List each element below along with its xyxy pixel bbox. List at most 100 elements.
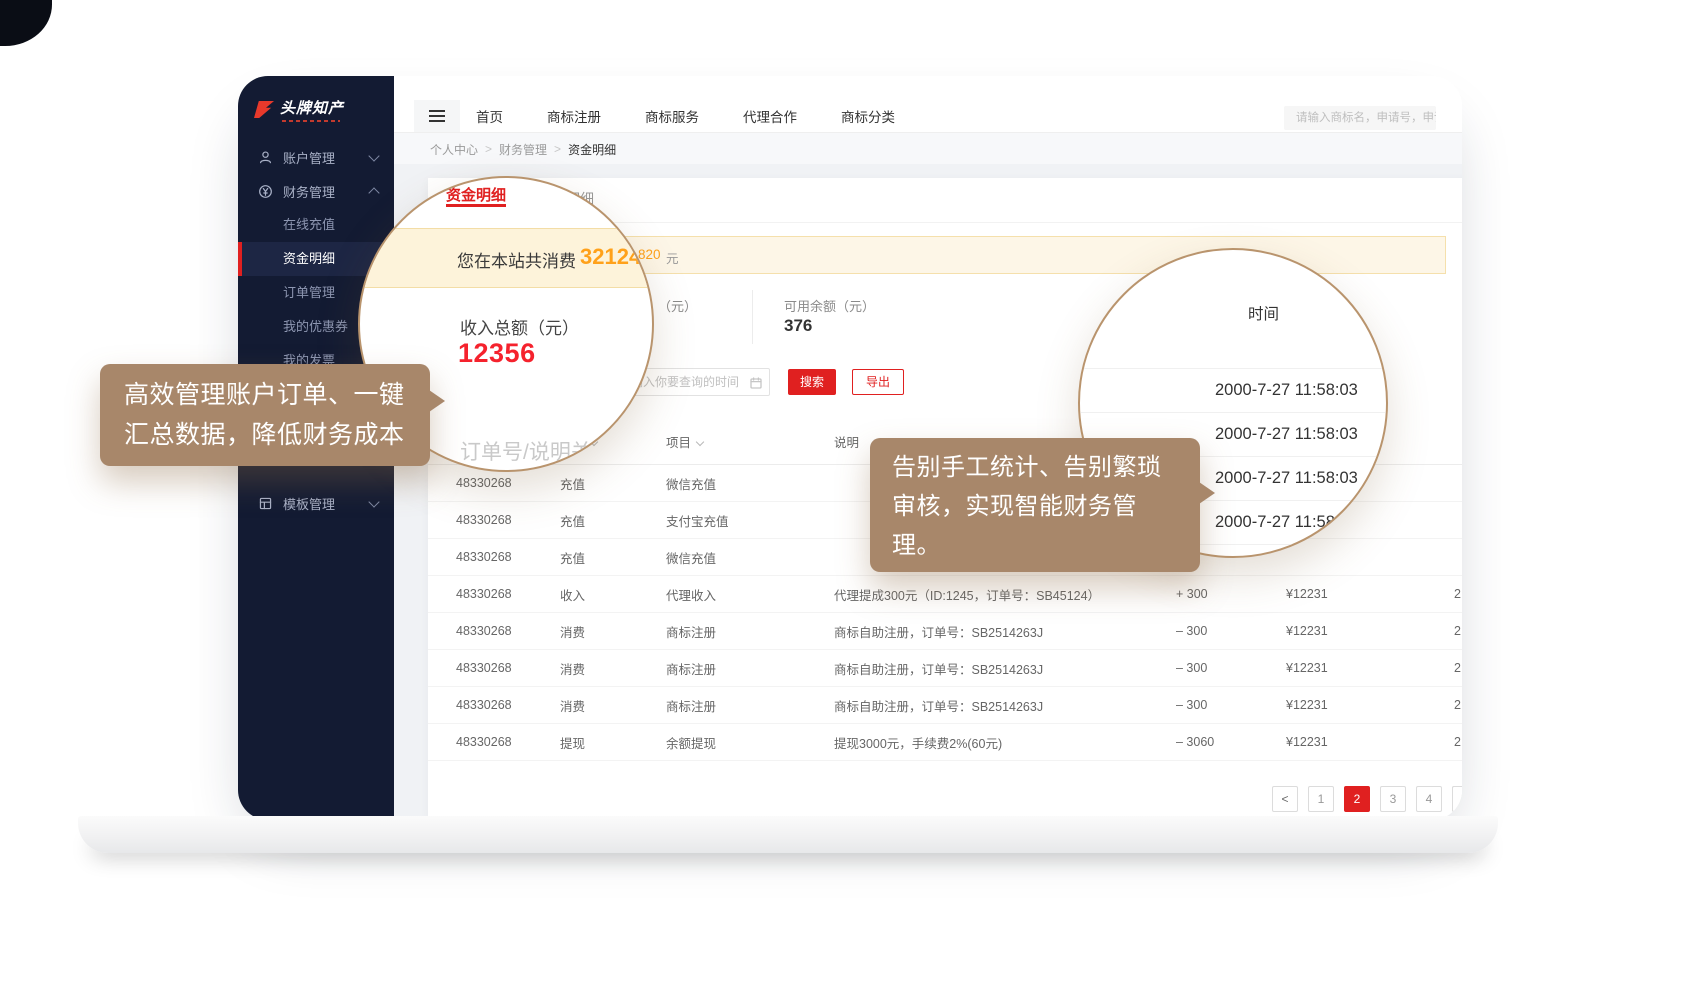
table-row[interactable]: 48330268 消费 商标注册 商标自助注册，订单号：SB2514263J –… bbox=[428, 650, 1462, 687]
table-row[interactable]: 48330268 提现 余额提现 提现3000元，手续费2%(60元) – 30… bbox=[428, 724, 1462, 761]
page-button[interactable]: 2 bbox=[1344, 786, 1370, 812]
cell-item: 微信充值 bbox=[666, 548, 834, 567]
magnified-keyword-placeholder: 订单号/说明关键 bbox=[460, 436, 613, 466]
cell-item: 微信充值 bbox=[666, 474, 834, 493]
callout-line: 告别手工统计、告别繁琐 bbox=[892, 448, 1178, 487]
stat-label-fragment: （元） bbox=[658, 296, 697, 315]
callout-left: 高效管理账户订单、一键汇总数据，降低财务成本 bbox=[100, 364, 430, 466]
next-page-button[interactable]: > bbox=[1452, 786, 1462, 812]
table-row[interactable]: 48330268 收入 代理收入 代理提成300元（ID:1245，订单号：SB… bbox=[428, 576, 1462, 613]
cell-amount: – 300 bbox=[1176, 661, 1286, 675]
hamburger-menu-icon[interactable] bbox=[414, 100, 460, 132]
chevron-down-icon bbox=[368, 496, 379, 507]
magnified-active-tab: 资金明细 bbox=[446, 184, 506, 205]
cell-type: 消费 bbox=[560, 622, 666, 641]
page-corner-decoration bbox=[0, 0, 52, 46]
cell-item: 商标注册 bbox=[666, 622, 834, 641]
cell-order: 48330268 bbox=[456, 513, 560, 527]
trademark-search bbox=[1284, 106, 1436, 130]
sidebar-item-finance[interactable]: 财务管理 bbox=[238, 174, 394, 208]
callout-line: 汇总数据，降低财务成本 bbox=[124, 415, 406, 455]
cell-type: 收入 bbox=[560, 585, 666, 604]
income-total-label: 收入总额（元） bbox=[460, 314, 579, 339]
cell-type: 提现 bbox=[560, 733, 666, 752]
cell-item: 商标注册 bbox=[666, 659, 834, 678]
table-row[interactable]: 48330268 消费 商标注册 商标自助注册，订单号：SB2514263J –… bbox=[428, 613, 1462, 650]
cell-order: 48330268 bbox=[456, 476, 560, 490]
cell-amount: – 3060 bbox=[1176, 735, 1286, 749]
sidebar-item-template[interactable]: 模板管理 bbox=[238, 486, 394, 520]
export-button[interactable]: 导出 bbox=[852, 369, 904, 395]
breadcrumb-separator: > bbox=[485, 142, 492, 156]
calendar-icon bbox=[750, 376, 762, 388]
cell-balance: ¥12231 bbox=[1286, 661, 1450, 675]
table-row[interactable]: 48330268 消费 商标注册 商标自助注册，订单号：SB2514263J –… bbox=[428, 687, 1462, 724]
cell-item: 商标注册 bbox=[666, 696, 834, 715]
cell-desc: 商标自助注册，订单号：SB2514263J bbox=[834, 696, 1176, 715]
laptop-base bbox=[78, 816, 1498, 853]
page-button[interactable]: 4 bbox=[1416, 786, 1442, 812]
sidebar-item-label: 财务管理 bbox=[283, 182, 335, 201]
magnified-banner-text: 您在本站共消费 bbox=[457, 247, 576, 272]
search-button[interactable]: 搜索 bbox=[788, 369, 836, 395]
user-icon bbox=[258, 150, 273, 165]
cell-balance: ¥12231 bbox=[1286, 698, 1450, 712]
page-button[interactable]: 1 bbox=[1308, 786, 1334, 812]
cell-time: 2 bbox=[1450, 624, 1462, 638]
available-balance-label: 可用余额（元） bbox=[784, 296, 875, 315]
banner-unit: 元 bbox=[666, 248, 679, 267]
callout-line: 审核，实现智能财务管 bbox=[892, 487, 1178, 526]
cell-order: 48330268 bbox=[456, 550, 560, 564]
cell-balance: ¥12231 bbox=[1286, 624, 1450, 638]
cell-desc: 代理提成300元（ID:1245，订单号：SB45124） bbox=[834, 585, 1176, 604]
cell-type: 消费 bbox=[560, 696, 666, 715]
callout-right: 告别手工统计、告别繁琐审核，实现智能财务管理。 bbox=[870, 438, 1200, 572]
cell-item: 代理收入 bbox=[666, 585, 834, 604]
wallet-yen-icon bbox=[258, 184, 273, 199]
cell-balance: ¥12231 bbox=[1286, 587, 1450, 601]
chevron-up-icon bbox=[368, 187, 379, 198]
cell-time: 2 bbox=[1450, 698, 1462, 712]
sidebar-item-account[interactable]: 账户管理 bbox=[238, 140, 394, 174]
breadcrumb-item[interactable]: 个人中心 bbox=[430, 141, 478, 158]
stats-divider bbox=[752, 290, 753, 344]
nav-item[interactable]: 代理合作 bbox=[735, 106, 805, 126]
cell-type: 充值 bbox=[560, 548, 666, 567]
prev-page-button[interactable]: < bbox=[1272, 786, 1298, 812]
callout-line: 高效管理账户订单、一键 bbox=[124, 375, 406, 415]
magnified-banner: 您在本站共消费 32124 元 bbox=[358, 228, 654, 288]
cell-desc: 商标自助注册，订单号：SB2514263J bbox=[834, 622, 1176, 641]
nav-item[interactable]: 商标分类 bbox=[833, 106, 903, 126]
chevron-down-icon bbox=[368, 150, 379, 161]
cell-order: 48330268 bbox=[456, 698, 560, 712]
page-button[interactable]: 3 bbox=[1380, 786, 1406, 812]
cell-desc: 商标自助注册，订单号：SB2514263J bbox=[834, 659, 1176, 678]
sidebar-item-label: 账户管理 bbox=[283, 148, 335, 167]
time-column-header: 时间 bbox=[1248, 302, 1279, 324]
cell-type: 充值 bbox=[560, 511, 666, 530]
col-item[interactable]: 项目 bbox=[666, 432, 834, 451]
trademark-search-input[interactable] bbox=[1284, 106, 1436, 130]
breadcrumb-separator: > bbox=[554, 142, 561, 156]
income-total-value: 12356 bbox=[458, 338, 536, 369]
cell-amount: – 300 bbox=[1176, 624, 1286, 638]
brand-tagline-decoration bbox=[282, 120, 340, 122]
cell-time: 2 bbox=[1450, 587, 1462, 601]
cell-balance: ¥12231 bbox=[1286, 735, 1450, 749]
main-nav: 首页 商标注册 商标服务 代理合作 商标分类 bbox=[468, 100, 903, 132]
cell-order: 48330268 bbox=[456, 624, 560, 638]
nav-item[interactable]: 首页 bbox=[468, 106, 511, 126]
breadcrumb-current: 资金明细 bbox=[568, 141, 616, 158]
cell-time: 2 bbox=[1450, 661, 1462, 675]
cell-amount: + 300 bbox=[1176, 587, 1286, 601]
brand-flag-icon bbox=[254, 101, 274, 118]
breadcrumb-item[interactable]: 财务管理 bbox=[499, 141, 547, 158]
cell-item: 余额提现 bbox=[666, 733, 834, 752]
cell-order: 48330268 bbox=[456, 661, 560, 675]
nav-item[interactable]: 商标服务 bbox=[637, 106, 707, 126]
cell-desc: 提现3000元，手续费2%(60元) bbox=[834, 733, 1176, 752]
nav-item[interactable]: 商标注册 bbox=[539, 106, 609, 126]
magnified-tab-underline bbox=[446, 204, 506, 207]
cell-time: 2 bbox=[1450, 735, 1462, 749]
top-navigation-bar: 首页 商标注册 商标服务 代理合作 商标分类 bbox=[394, 76, 1462, 132]
